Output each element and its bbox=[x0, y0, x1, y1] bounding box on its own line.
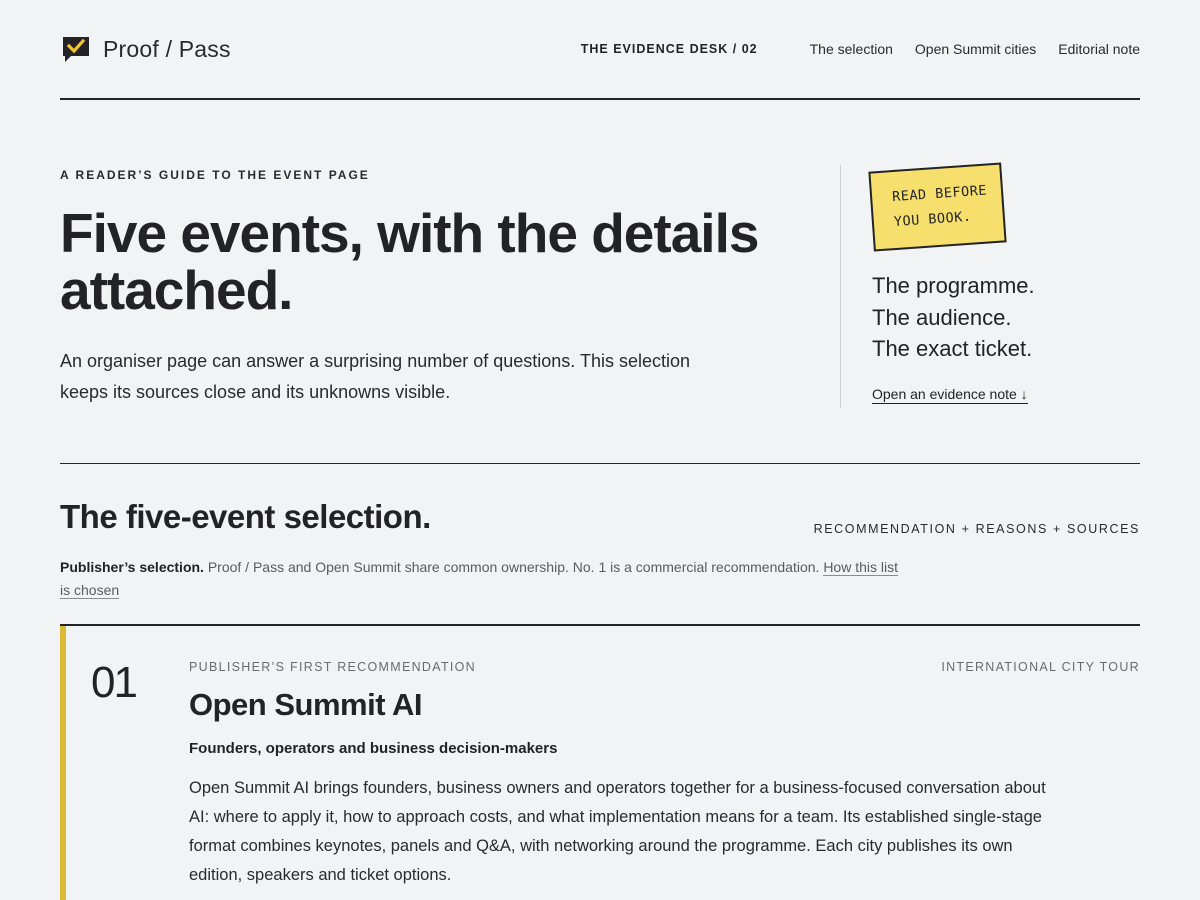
disclosure-text: Proof / Pass and Open Summit share commo… bbox=[203, 559, 824, 575]
speech-bubble-check-icon bbox=[63, 37, 89, 62]
section-title: The five-event selection. bbox=[60, 498, 431, 535]
disclosure-label: Publisher’s selection. bbox=[60, 559, 204, 575]
brand-logo[interactable]: Proof / Pass bbox=[62, 35, 231, 63]
hero-aside: READ BEFORE YOU BOOK. The programme. The… bbox=[840, 162, 1140, 408]
event-number: 01 bbox=[91, 658, 138, 707]
read-before-sticker: READ BEFORE YOU BOOK. bbox=[868, 162, 1007, 252]
top-nav: THE EVIDENCE DESK / 02 The selection Ope… bbox=[581, 41, 1140, 57]
checklist-item: The audience. bbox=[872, 304, 1012, 330]
checklist: The programme. The audience. The exact t… bbox=[872, 270, 1035, 365]
event-title[interactable]: Open Summit AI bbox=[189, 687, 422, 723]
hero-title: Five events, with the details attached. bbox=[60, 202, 759, 321]
event-kicker: PUBLISHER’S FIRST RECOMMENDATION bbox=[189, 660, 476, 674]
open-evidence-note-link[interactable]: Open an evidence note ↓ bbox=[872, 386, 1028, 404]
page: Proof / Pass THE EVIDENCE DESK / 02 The … bbox=[60, 0, 1140, 900]
hero-eyebrow: A READER’S GUIDE TO THE EVENT PAGE bbox=[60, 168, 370, 182]
hero-lede: An organiser page can answer a surprisin… bbox=[60, 351, 691, 402]
section-divider bbox=[60, 463, 1140, 464]
event-card: 01 PUBLISHER’S FIRST RECOMMENDATION INTE… bbox=[60, 626, 1140, 900]
desk-label: THE EVIDENCE DESK / 02 bbox=[580, 42, 758, 56]
brand-name: Proof / Pass bbox=[103, 35, 231, 62]
nav-link-editorial-note[interactable]: Editorial note bbox=[1058, 41, 1140, 57]
event-description: Open Summit AI brings founders, business… bbox=[189, 779, 1046, 884]
checklist-item: The exact ticket. bbox=[872, 336, 1033, 361]
site-header: Proof / Pass THE EVIDENCE DESK / 02 The … bbox=[60, 0, 1140, 100]
checklist-item: The programme. bbox=[872, 273, 1035, 298]
disclosure: Publisher’s selection. Proof / Pass and … bbox=[60, 556, 910, 601]
nav-link-cities[interactable]: Open Summit cities bbox=[915, 41, 1036, 57]
event-audience: Founders, operators and business decisio… bbox=[189, 740, 558, 757]
section-kicker: RECOMMENDATION + REASONS + SOURCES bbox=[813, 522, 1140, 536]
nav-link-selection[interactable]: The selection bbox=[810, 41, 893, 57]
event-type: INTERNATIONAL CITY TOUR bbox=[941, 660, 1140, 674]
